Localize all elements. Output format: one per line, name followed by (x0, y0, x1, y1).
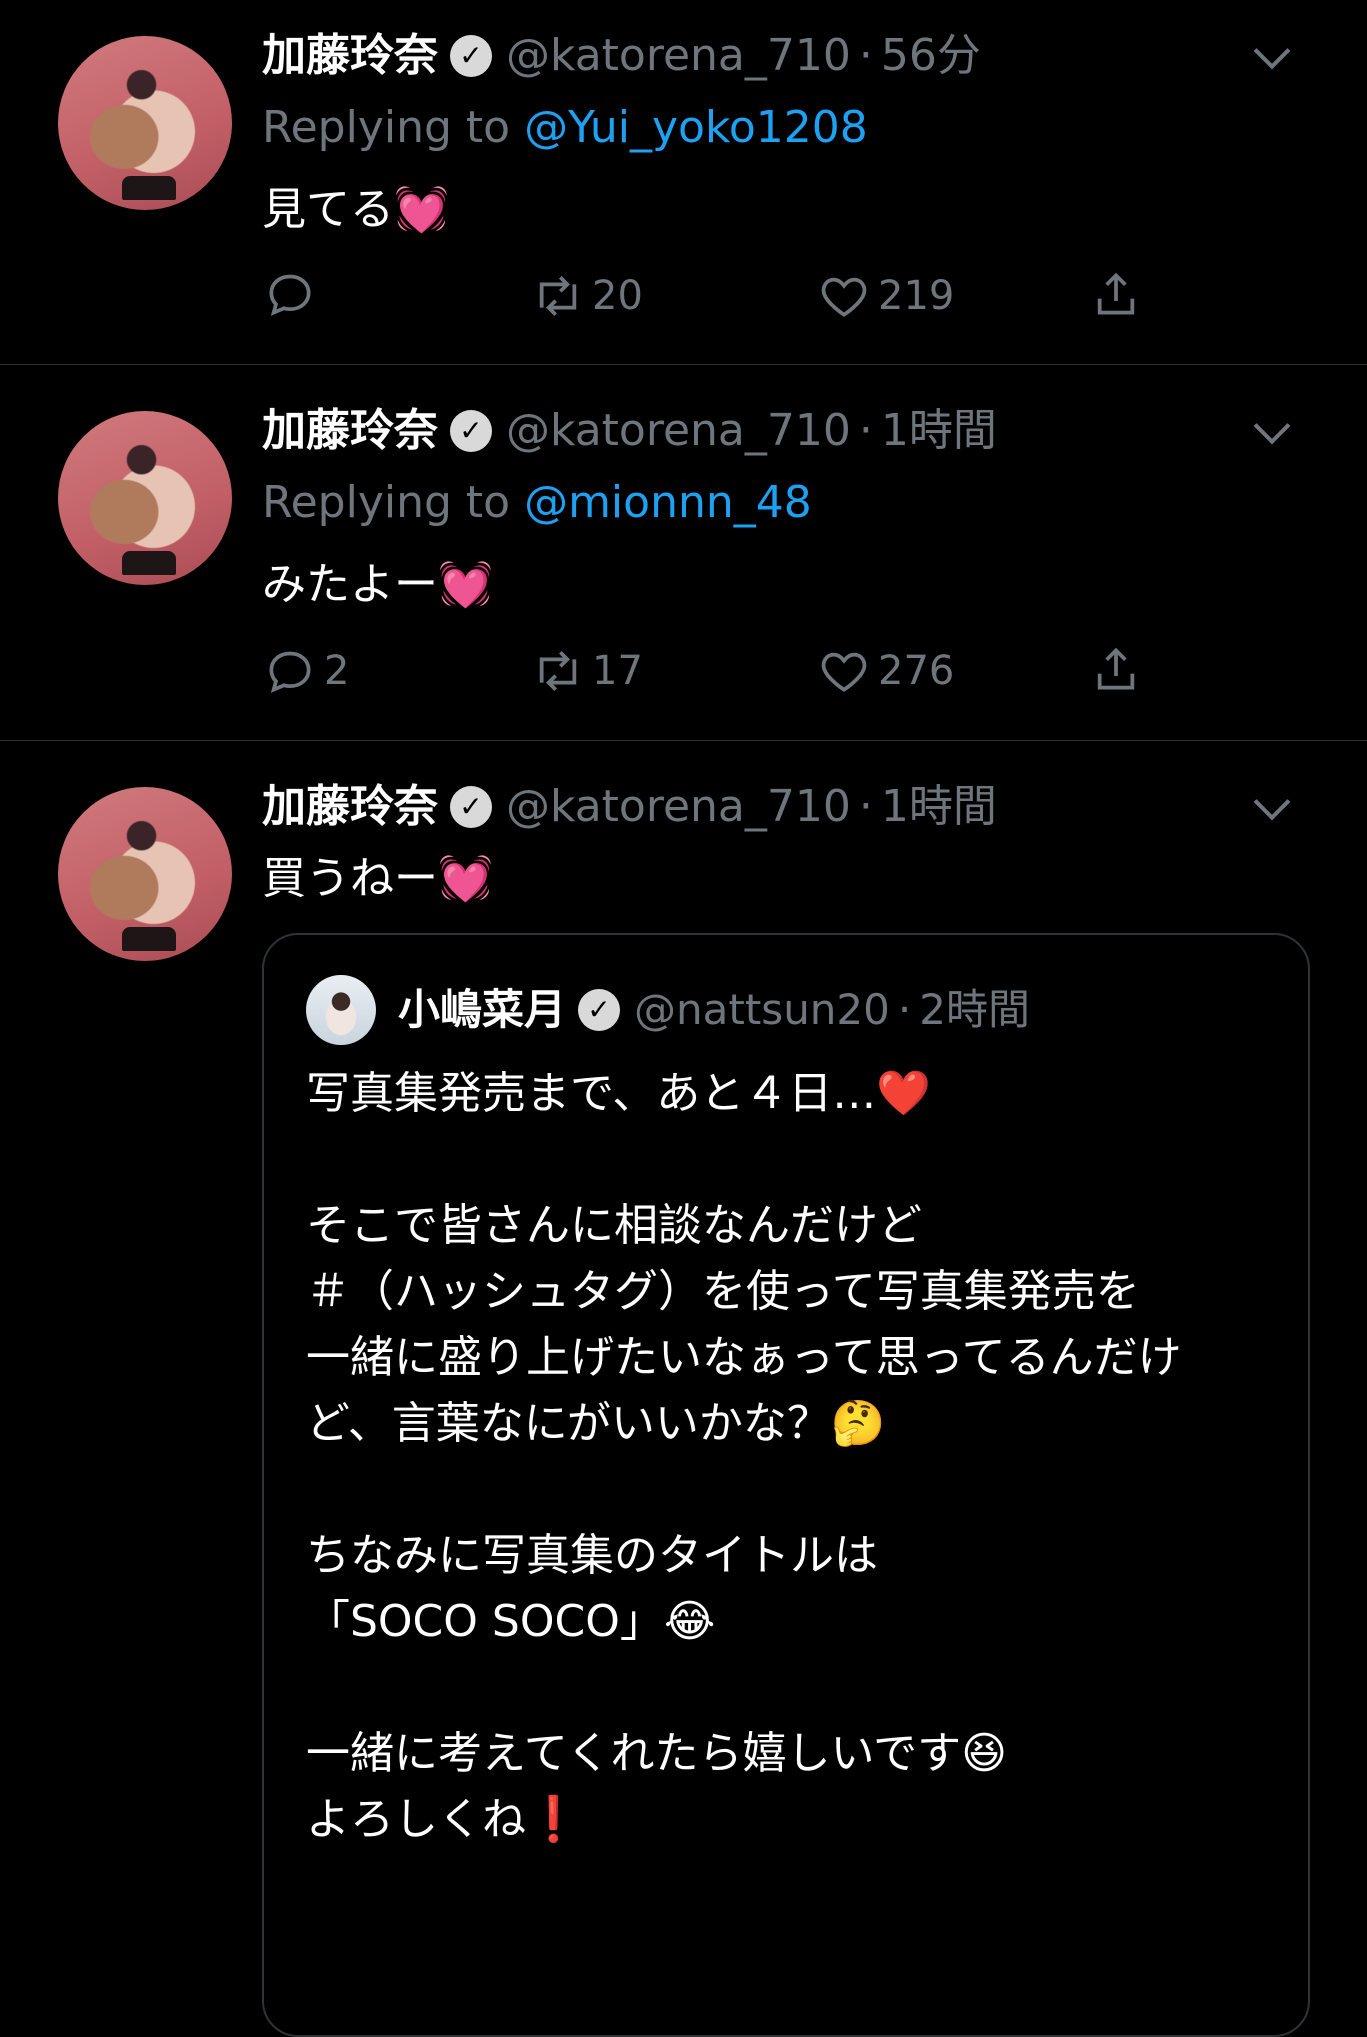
retweet-icon (539, 276, 577, 316)
replying-to: Replying to @mionnn_48 (262, 475, 812, 531)
quoted-line: そこで皆さんに相談なんだけど (306, 1200, 922, 1251)
separator-dot: · (858, 781, 873, 832)
tweet[interactable]: 加藤玲奈 ✓ @katorena_710 · 56分 Replying to @… (0, 0, 1367, 365)
avatar (306, 975, 376, 1045)
display-name[interactable]: 加藤玲奈 (262, 779, 438, 835)
tweet-header: 加藤玲奈 ✓ @katorena_710 · 56分 (262, 28, 981, 84)
retweet-button[interactable]: 17 (530, 641, 643, 701)
like-button[interactable]: 276 (816, 641, 954, 701)
display-name: 小嶋菜月 (398, 985, 567, 1034)
separator-dot: · (858, 405, 873, 456)
timestamp[interactable]: 1時間 (881, 779, 997, 835)
verified-badge-icon: ✓ (450, 786, 492, 828)
mention-link[interactable]: @mionnn_48 (524, 477, 812, 528)
retweet-button[interactable]: 20 (530, 266, 643, 326)
tweet-header: 加藤玲奈 ✓ @katorena_710 · 1時間 (262, 779, 997, 835)
quoted-line: ど、言葉なにがいいかな？🤔 (306, 1398, 886, 1449)
avatar[interactable] (58, 787, 232, 961)
tweet[interactable]: 加藤玲奈 ✓ @katorena_710 · 1時間 買うねー💓 小嶋菜月 ✓ … (0, 741, 1367, 2037)
tweet-text: みたよー💓 (262, 559, 493, 610)
share-button[interactable] (1088, 266, 1144, 322)
chevron-down-icon[interactable] (1253, 783, 1291, 821)
verified-badge-icon: ✓ (450, 35, 492, 77)
tweet-header: 加藤玲奈 ✓ @katorena_710 · 1時間 (262, 403, 997, 459)
heart-icon (821, 652, 867, 692)
tweet-actions: 20 219 (262, 266, 1162, 326)
verified-badge-icon: ✓ (450, 410, 492, 452)
like-count: 276 (878, 648, 955, 694)
quoted-line: ちなみに写真集のタイトルは (306, 1530, 878, 1581)
replying-to: Replying to @Yui_yoko1208 (262, 100, 868, 156)
tweet[interactable]: 加藤玲奈 ✓ @katorena_710 · 1時間 Replying to @… (0, 365, 1367, 741)
separator-dot: · (858, 30, 873, 81)
quoted-line: 一緒に盛り上げたいなぁって思ってるんだけ (306, 1332, 1182, 1383)
quoted-line: 写真集発売まで、あと４日…❤️ (306, 1068, 932, 1119)
reply-icon (269, 274, 311, 316)
quoted-line: よろしくね❗️ (306, 1794, 581, 1845)
share-icon (1097, 647, 1135, 690)
handle[interactable]: @katorena_710 (506, 28, 851, 84)
separator-dot: · (897, 985, 912, 1034)
timestamp[interactable]: 56分 (881, 28, 981, 84)
avatar[interactable] (58, 36, 232, 210)
quoted-line: ＃（ハッシュタグ）を使って写真集発売を (306, 1266, 1140, 1317)
display-name[interactable]: 加藤玲奈 (262, 28, 438, 84)
reply-icon (269, 651, 311, 693)
quoted-tweet-text: 写真集発売まで、あと４日…❤️ そこで皆さんに相談なんだけど ＃（ハッシュタグ）… (306, 1061, 1276, 1853)
replying-to-label: Replying to (262, 477, 511, 528)
display-name[interactable]: 加藤玲奈 (262, 403, 438, 459)
retweet-count: 17 (592, 648, 643, 694)
verified-badge-icon: ✓ (578, 989, 621, 1031)
reply-button[interactable] (262, 266, 324, 322)
share-button[interactable] (1088, 641, 1144, 697)
retweet-count: 20 (592, 273, 643, 319)
timestamp: 2時間 (919, 985, 1030, 1034)
quoted-line: 「SOCO SOCO」😂 (306, 1596, 716, 1647)
chevron-down-icon[interactable] (1253, 32, 1291, 70)
avatar[interactable] (58, 411, 232, 585)
quoted-line: 一緒に考えてくれたら嬉しいです😆 (306, 1728, 1008, 1779)
handle[interactable]: @katorena_710 (506, 403, 851, 459)
mention-link[interactable]: @Yui_yoko1208 (524, 102, 868, 153)
retweet-icon (539, 651, 577, 691)
reply-button[interactable]: 2 (262, 641, 349, 701)
reply-count: 2 (324, 648, 350, 694)
handle[interactable]: @katorena_710 (506, 779, 851, 835)
replying-to-label: Replying to (262, 102, 511, 153)
like-count: 219 (878, 273, 955, 319)
handle: @nattsun20 (634, 985, 890, 1034)
tweet-text: 見てる💓 (262, 184, 449, 235)
chevron-down-icon[interactable] (1253, 407, 1291, 445)
share-icon (1097, 272, 1135, 315)
heart-icon (821, 277, 867, 317)
timestamp[interactable]: 1時間 (881, 403, 997, 459)
quoted-tweet[interactable]: 小嶋菜月 ✓ @nattsun20 · 2時間 写真集発売まで、あと４日…❤️ … (262, 933, 1310, 2037)
tweet-actions: 2 17 276 (262, 641, 1162, 701)
quoted-tweet-header: 小嶋菜月 ✓ @nattsun20 · 2時間 (306, 975, 1030, 1045)
like-button[interactable]: 219 (816, 266, 954, 326)
tweet-text: 買うねー💓 (262, 853, 493, 904)
